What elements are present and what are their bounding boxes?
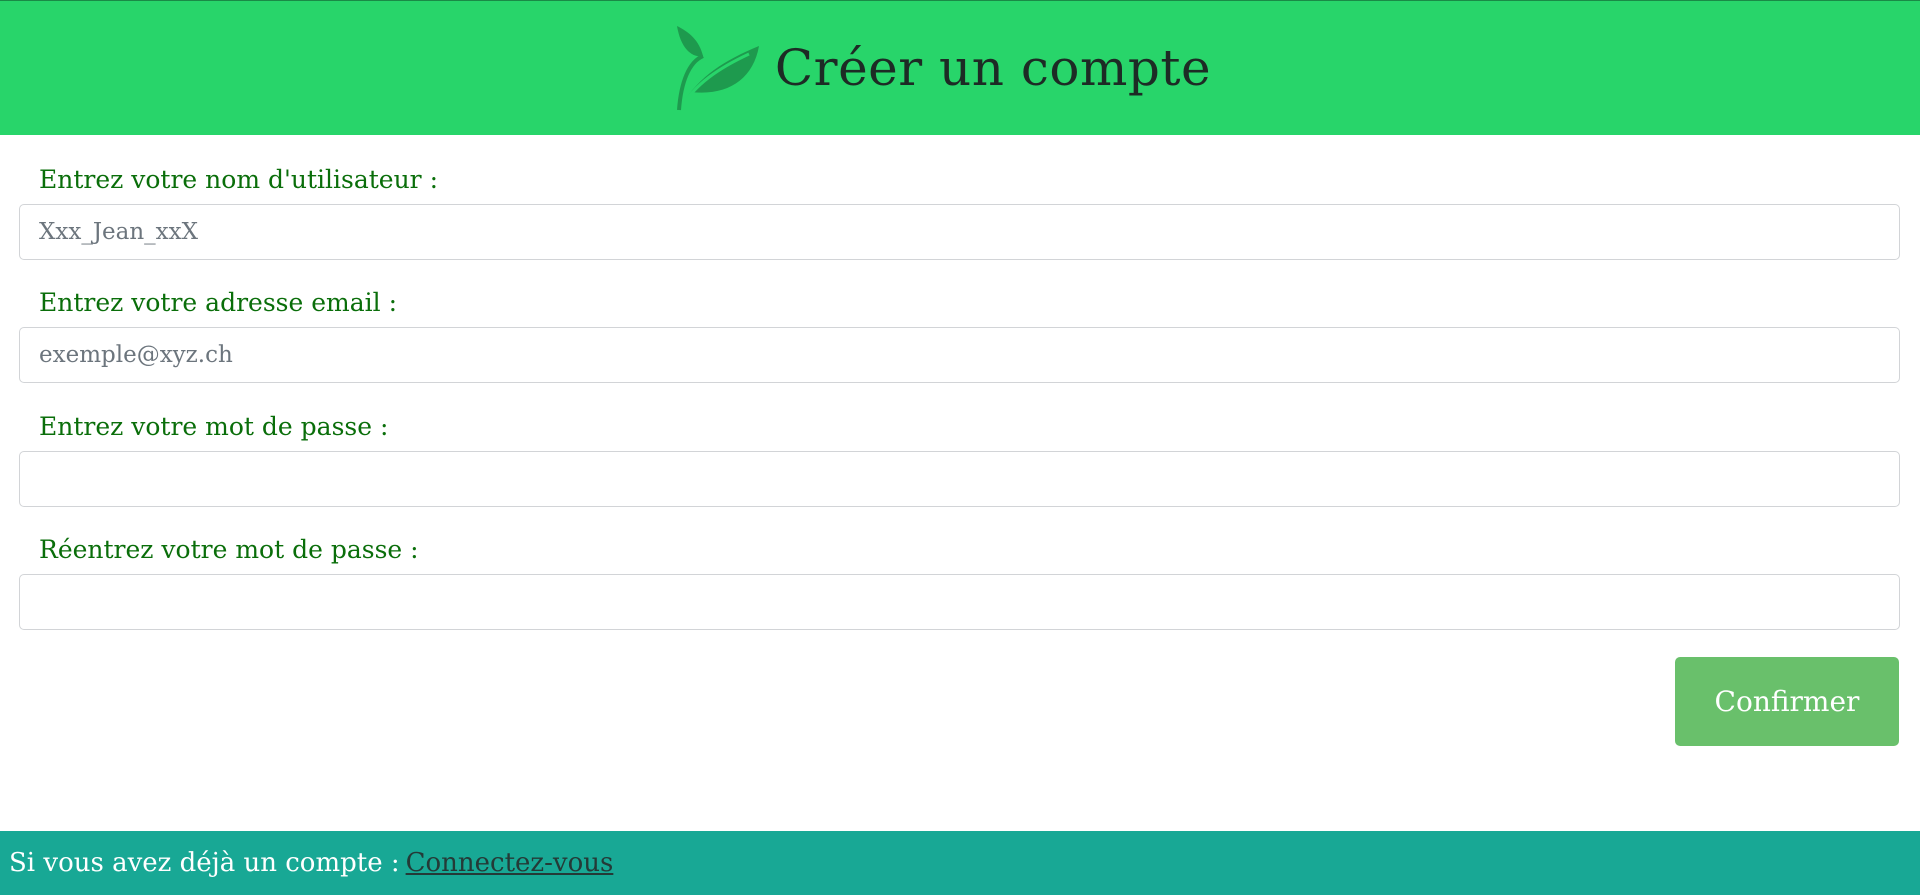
password-confirm-input[interactable]: [19, 574, 1900, 630]
confirm-button[interactable]: Confirmer: [1675, 657, 1899, 746]
signup-page: Créer un compte Entrez votre nom d'utili…: [0, 0, 1920, 895]
username-label: Entrez votre nom d'utilisateur :: [39, 165, 438, 194]
username-input[interactable]: [19, 204, 1900, 260]
footer-text: Si vous avez déjà un compte :: [9, 848, 400, 878]
footer-bar: Si vous avez déjà un compte : Connectez-…: [0, 831, 1920, 895]
login-link[interactable]: Connectez-vous: [406, 848, 614, 878]
password-input[interactable]: [19, 451, 1900, 507]
page-title: Créer un compte: [774, 39, 1212, 97]
password-confirm-label: Réentrez votre mot de passe :: [39, 535, 419, 564]
email-label: Entrez votre adresse email :: [39, 288, 397, 317]
leaf-icon: [669, 22, 761, 114]
header-brand: Créer un compte: [669, 22, 1211, 114]
signup-form: Entrez votre nom d'utilisateur : Entrez …: [0, 135, 1920, 831]
header-bar: Créer un compte: [0, 0, 1920, 135]
email-input[interactable]: [19, 327, 1900, 383]
password-label: Entrez votre mot de passe :: [39, 412, 389, 441]
